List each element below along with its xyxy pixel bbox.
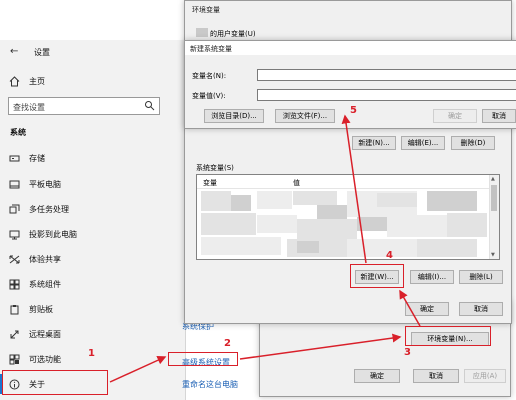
highlight-system-new bbox=[350, 264, 404, 288]
section-label: 系统 bbox=[10, 128, 26, 137]
nav-item-label: 系统组件 bbox=[29, 279, 61, 289]
user-vars-label: 的用户变量(U) bbox=[210, 30, 256, 38]
nav-item-storage[interactable]: 存储 bbox=[0, 147, 185, 169]
nav-item-projection[interactable]: 投影到此电脑 bbox=[0, 223, 185, 245]
multitasking-icon bbox=[8, 203, 20, 215]
new-var-ok-button[interactable]: 确定 bbox=[433, 109, 477, 123]
link-rename-pc[interactable]: 重命名这台电脑 bbox=[182, 379, 238, 390]
clipboard-icon bbox=[8, 303, 20, 315]
new-var-titlebar: 新建系统变量 bbox=[185, 41, 516, 55]
variable-value-label: 变量值(V): bbox=[192, 92, 226, 100]
nav-item-remote[interactable]: 远程桌面 bbox=[0, 323, 185, 345]
scroll-up-icon[interactable]: ▲ bbox=[491, 176, 495, 182]
system-delete-button[interactable]: 删除(L) bbox=[459, 270, 503, 284]
shared-experiences-icon bbox=[8, 253, 20, 265]
column-header-variable: 变量 bbox=[203, 179, 217, 187]
user-delete-button[interactable]: 删除(D) bbox=[451, 136, 495, 150]
header-divider bbox=[197, 188, 492, 189]
settings-title: 设置 bbox=[34, 48, 50, 57]
sysprops-ok-button[interactable]: 确定 bbox=[354, 369, 400, 383]
user-new-button[interactable]: 新建(N)... bbox=[352, 136, 396, 150]
nav-item-components[interactable]: 系统组件 bbox=[0, 273, 185, 295]
scroll-down-icon[interactable]: ▼ bbox=[491, 252, 495, 258]
highlight-advanced-settings bbox=[168, 352, 238, 366]
storage-icon bbox=[8, 152, 20, 164]
sysprops-apply-button[interactable]: 应用(A) bbox=[464, 369, 506, 383]
projection-icon bbox=[8, 228, 20, 240]
step-3-number: 3 bbox=[404, 347, 411, 358]
optional-features-icon bbox=[8, 353, 20, 365]
step-5-number: 5 bbox=[350, 105, 357, 116]
nav-item-label: 可选功能 bbox=[29, 354, 61, 364]
user-vars-label-prefix bbox=[196, 28, 208, 37]
remote-desktop-icon bbox=[8, 328, 20, 340]
nav-item-tablet[interactable]: 平板电脑 bbox=[0, 173, 185, 195]
nav-item-label: 远程桌面 bbox=[29, 329, 61, 339]
system-edit-button[interactable]: 编辑(I)... bbox=[410, 270, 454, 284]
sysprops-cancel-button[interactable]: 取消 bbox=[413, 369, 459, 383]
back-icon[interactable]: ← bbox=[10, 46, 18, 57]
nav-item-label: 体验共享 bbox=[29, 254, 61, 264]
browse-file-button[interactable]: 浏览文件(F)... bbox=[275, 109, 335, 123]
nav-item-label: 多任务处理 bbox=[29, 204, 69, 214]
settings-window: ← 设置 主页 查找设置 系统 存储 平板电脑 多任务处理 投影到此电脑 体验共… bbox=[0, 40, 186, 400]
search-placeholder: 查找设置 bbox=[13, 103, 45, 112]
nav-home[interactable]: 主页 bbox=[0, 70, 185, 92]
env-dialog-title: 环境变量 bbox=[192, 6, 220, 14]
nav-item-label: 投影到此电脑 bbox=[29, 229, 77, 239]
search-icon bbox=[144, 100, 156, 112]
scroll-thumb[interactable] bbox=[491, 185, 497, 211]
system-vars-label: 系统变量(S) bbox=[196, 164, 234, 172]
variable-name-label: 变量名(N): bbox=[192, 72, 227, 80]
step-4-number: 4 bbox=[386, 250, 393, 261]
tablet-icon bbox=[8, 178, 20, 190]
system-vars-scrollbar[interactable]: ▲ ▼ bbox=[489, 175, 499, 259]
env-cancel-button[interactable]: 取消 bbox=[459, 302, 503, 316]
variable-name-input[interactable] bbox=[257, 69, 516, 81]
nav-item-label: 剪贴板 bbox=[29, 304, 53, 314]
system-vars-list[interactable]: 变量 值 ▲ ▼ bbox=[196, 174, 500, 260]
highlight-env-vars bbox=[405, 326, 491, 346]
nav-item-clipboard[interactable]: 剪贴板 bbox=[0, 298, 185, 320]
search-input[interactable]: 查找设置 bbox=[8, 97, 160, 115]
nav-item-shared[interactable]: 体验共享 bbox=[0, 248, 185, 270]
new-var-title: 新建系统变量 bbox=[190, 45, 232, 53]
nav-home-label: 主页 bbox=[29, 76, 45, 86]
variable-value-input[interactable] bbox=[257, 89, 516, 101]
highlight-about bbox=[2, 370, 108, 395]
nav-item-label: 平板电脑 bbox=[29, 179, 61, 189]
env-ok-button[interactable]: 确定 bbox=[405, 302, 449, 316]
nav-item-multitasking[interactable]: 多任务处理 bbox=[0, 198, 185, 220]
browse-directory-button[interactable]: 浏览目录(D)... bbox=[204, 109, 264, 123]
column-header-value: 值 bbox=[293, 179, 300, 187]
new-var-cancel-button[interactable]: 取消 bbox=[482, 109, 516, 123]
user-edit-button[interactable]: 编辑(E)... bbox=[401, 136, 445, 150]
system-components-icon bbox=[8, 278, 20, 290]
step-2-number: 2 bbox=[224, 338, 231, 349]
nav-item-label: 存储 bbox=[29, 153, 45, 163]
home-icon bbox=[8, 75, 20, 87]
step-1-number: 1 bbox=[88, 348, 95, 359]
